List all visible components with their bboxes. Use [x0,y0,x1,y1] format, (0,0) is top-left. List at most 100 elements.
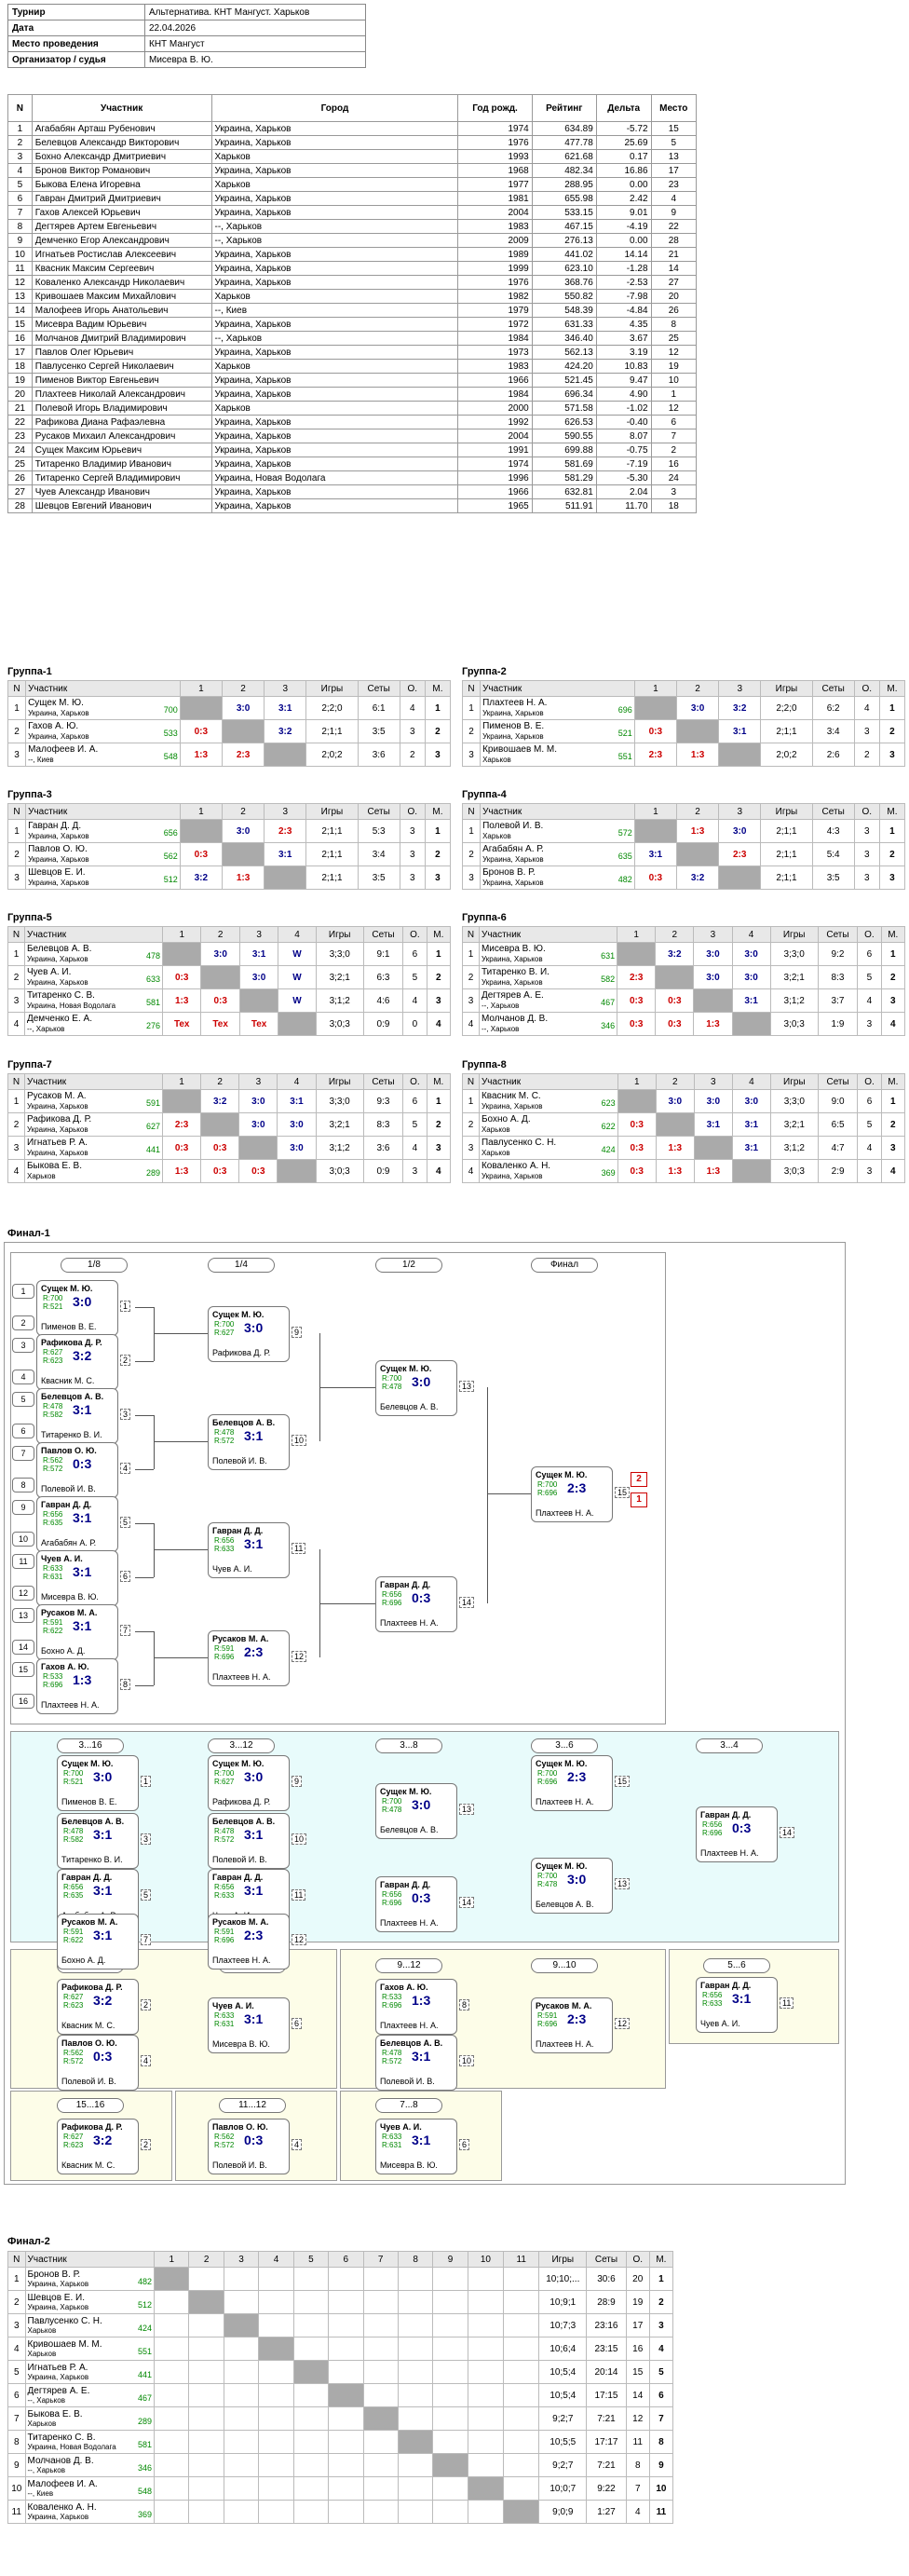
result-cell [467,2360,505,2384]
table-cell: 1972 [457,317,533,332]
result-cell [292,2406,330,2431]
rating-1: R:700 [537,1769,558,1778]
table-cell: 14.14 [595,247,652,262]
rating-1: R:478 [214,1827,235,1835]
points-cell: 5 [402,1112,427,1137]
participant-name: Полевой И. В. [482,821,544,831]
match-number: 11 [292,1889,306,1901]
result-cell: 3:2 [675,865,720,890]
rating: 369 [138,2510,153,2519]
rating: 581 [138,2440,153,2449]
rating-1: R:700 [382,1797,402,1806]
points-cell: 11 [625,2430,650,2454]
rating: 582 [601,975,616,984]
diag-cell [503,2500,540,2524]
games-cell: 3;1;2 [315,1136,364,1160]
bracket-line [154,1441,208,1442]
diag-cell [223,2313,260,2337]
result-cell [328,2500,364,2524]
table-cell: 27 [650,275,698,290]
col-n: N [461,803,482,820]
row-num: 1 [461,696,482,720]
participant-name: Дегтярев А. Е. [27,2386,90,2396]
points-cell: 3 [399,819,426,843]
diag-cell [655,1112,695,1137]
rating-2: R:623 [63,2141,84,2149]
table-cell: 1966 [457,373,533,388]
match-ratings: R:591 R:622 [43,1618,62,1635]
info-key: Организатор / судья [7,51,145,68]
result-cell [397,2383,434,2407]
seed-slot: 14 [12,1640,34,1655]
sets-cell: 3:6 [362,1136,404,1160]
table-cell: Титаренко Сергей Владимирович [31,470,212,485]
result-cell [292,2500,330,2524]
col-games: Игры [760,680,813,697]
result-cell: 0:3 [617,1112,657,1137]
match-ratings: R:562 R:572 [63,2049,83,2065]
row-num: 3 [462,1136,480,1160]
col-games: Игры [760,803,813,820]
round-label: 11...12 [219,2098,286,2113]
table-cell: Пименов Виктор Евгеньевич [31,373,212,388]
rating-2: R:633 [214,1545,235,1553]
place-cell: 2 [424,719,452,743]
opponent-name: Плахтеев Н. А. [700,1848,759,1858]
table-cell: 1974 [457,457,533,471]
opponent-name: Плахтеев Н. А. [380,2021,439,2030]
participant-city: --, Харьков [27,2396,65,2405]
diag-cell [264,865,307,890]
participant-city: Украина, Харьков [28,709,89,717]
bracket-line [154,1333,208,1334]
table-cell: Демченко Егор Александрович [31,233,212,248]
result-cell: 2:3 [161,1112,202,1137]
table-cell: 9 [650,205,698,220]
participant-name: Титаренко С. В. [26,990,95,1001]
sets-cell: 3:5 [811,865,855,890]
games-cell: 3;0;3 [769,1012,819,1036]
match-box: Рафикова Д. Р. R:627 R:623 3:2 Квасник М. С. [57,1979,139,2035]
opponent-name: Полевой И. В. [61,2077,116,2086]
match-number: 12 [292,1651,307,1662]
row-num: 3 [461,865,482,890]
rating: 631 [601,951,616,961]
rating: 482 [617,875,632,884]
participant-city: Украина, Харьков [481,1102,543,1111]
place-cell: 4 [426,1159,452,1183]
players-table: N Участник Город Год рожд. Рейтинг Дельта Мест… [7,94,698,513]
match-ratings: R:591 R:696 [214,1644,234,1661]
sets-cell: 6:1 [357,696,400,720]
result-cell: 3:0 [238,965,279,989]
table-row: 4 551 Кривошаев М. М. Харьков 10;6;4 23:15 16 4 [7,2337,674,2361]
row-num: 4 [7,1012,25,1036]
row-num: 1 [462,1089,480,1113]
round-label: 3...12 [208,1738,275,1753]
col-o: О. [853,680,880,697]
diag-cell [617,942,657,966]
info-row: Место проведения КНТ Мангуст [7,35,366,52]
result-cell [154,2313,190,2337]
rating-2: R:623 [63,2001,84,2010]
result-cell [154,2500,190,2524]
diag-cell [264,743,307,767]
round-label: 9...12 [375,1958,442,1973]
result-cell: 3:1 [718,719,762,743]
table-cell: 11.70 [595,498,652,513]
result-cell [292,2383,330,2407]
group-row: 1 631 Мисевра В. Ю. Украина, Харьков 3:2 3:0 3… [462,942,906,966]
match-number: 2 [141,2139,152,2150]
table-cell: Белевцов Александр Викторович [31,135,212,150]
group-row: 3 424 Павлусенко С. Н. Харьков 0:3 1:3 3:1 3;1;… [462,1136,906,1160]
match-score: 3:1 [244,1883,264,1898]
rating: 548 [163,752,178,761]
round-label: 1/4 [208,1258,275,1273]
games-cell: 3;2;1 [769,1112,819,1137]
result-cell [223,2406,260,2431]
match-number: 4 [141,2055,152,2066]
result-cell [328,2453,364,2477]
group-row: 3 548 Малофеев И. А. --, Киев 1:3 2:3 2;0;2 3:6… [7,743,452,767]
result-cell [362,2313,399,2337]
sets-cell: 0:9 [362,1012,404,1036]
table-cell: 1989 [457,247,533,262]
col-sets: Сеты [357,680,400,697]
